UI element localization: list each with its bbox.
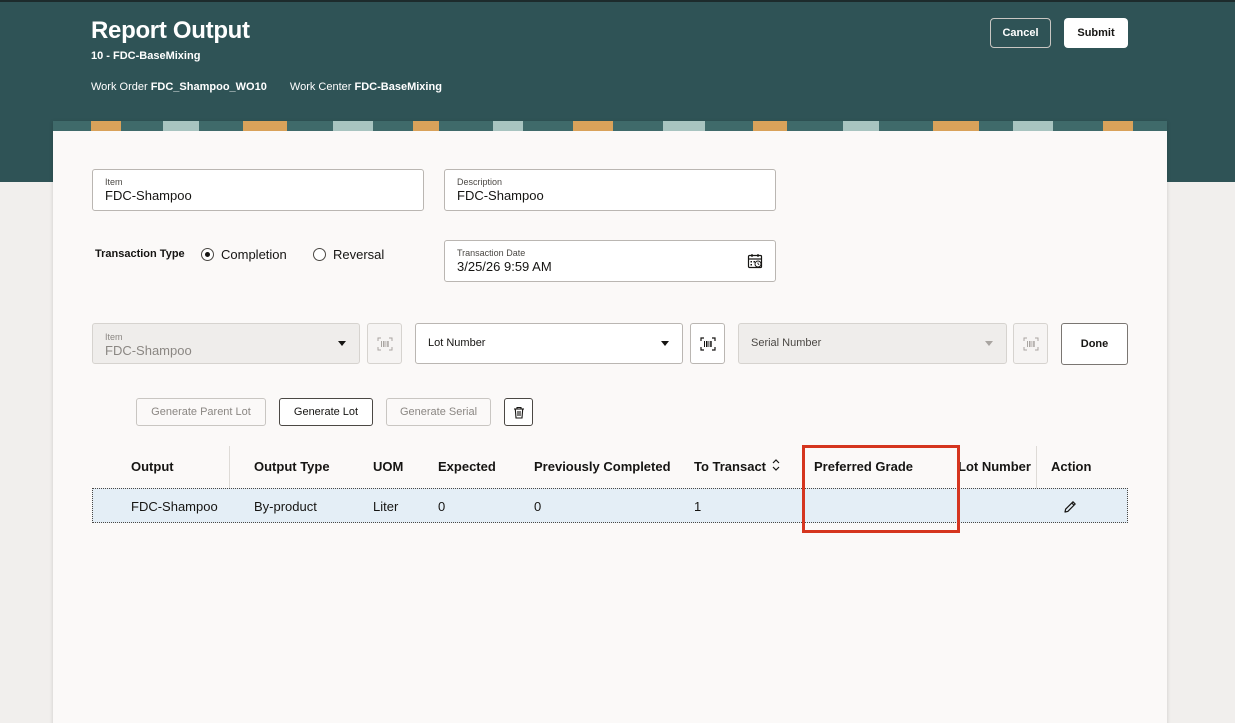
cell-uom: Liter: [373, 499, 399, 514]
reversal-radio-dot: [313, 248, 326, 261]
lot-number-placeholder: Lot Number: [428, 337, 486, 349]
column-header-action: Action: [1051, 459, 1092, 474]
delete-button[interactable]: [504, 398, 533, 426]
reversal-radio[interactable]: Reversal: [313, 247, 384, 262]
column-header-to-transact[interactable]: To Transact: [694, 459, 766, 474]
completion-label: Completion: [221, 247, 287, 262]
generate-serial-button[interactable]: Generate Serial: [386, 398, 491, 426]
work-center-label: Work Center: [289, 81, 352, 93]
item-scan-button: [367, 323, 402, 364]
trash-icon: [513, 406, 524, 419]
page-subtitle: 10 - FDC-BaseMixing: [91, 50, 201, 62]
column-header-expected: Expected: [438, 459, 496, 474]
work-order-label: Work Order: [91, 81, 148, 93]
item-select-label: Item: [105, 332, 123, 342]
chevron-down-icon: [661, 341, 669, 346]
lot-number-select[interactable]: Lot Number: [415, 323, 683, 364]
sort-icon[interactable]: [771, 458, 781, 472]
transaction-date-value: 3/25/26 9:59 AM: [457, 259, 552, 274]
column-header-previously-completed: Previously Completed: [534, 459, 671, 474]
column-header-output: Output: [131, 459, 174, 474]
column-header-output-type: Output Type: [254, 459, 330, 474]
barcode-scan-icon: [1023, 337, 1038, 350]
serial-scan-button: [1013, 323, 1048, 364]
item-select-value: FDC-Shampoo: [105, 343, 192, 358]
item-select: Item FDC-Shampoo: [92, 323, 360, 364]
item-field: Item FDC-Shampoo: [92, 169, 424, 211]
cell-output-type: By-product: [254, 499, 317, 514]
cell-output: FDC-Shampoo: [131, 499, 218, 514]
preferred-grade-highlight: [802, 445, 960, 533]
done-button[interactable]: Done: [1061, 323, 1128, 365]
generate-parent-lot-button[interactable]: Generate Parent Lot: [136, 398, 266, 426]
cancel-button[interactable]: Cancel: [990, 18, 1051, 48]
description-field: Description FDC-Shampoo: [444, 169, 776, 211]
generate-lot-button[interactable]: Generate Lot: [279, 398, 373, 426]
item-value: FDC-Shampoo: [105, 188, 192, 203]
item-label: Item: [105, 177, 123, 187]
work-center-value: FDC-BaseMixing: [354, 81, 442, 93]
transaction-type-label: Transaction Type: [95, 248, 185, 260]
transaction-date-label: Transaction Date: [457, 248, 526, 258]
chevron-down-icon: [338, 341, 346, 346]
completion-radio[interactable]: Completion: [201, 247, 287, 262]
serial-number-select: Serial Number: [738, 323, 1007, 364]
transaction-date-field[interactable]: Transaction Date 3/25/26 9:59 AM: [444, 240, 776, 282]
cell-previously-completed: 0: [534, 499, 542, 514]
work-info: Work Order FDC_Shampoo_WO10 Work Center …: [91, 81, 462, 93]
completion-radio-dot: [201, 248, 214, 261]
page-title: Report Output: [91, 17, 250, 44]
calendar-icon[interactable]: [747, 253, 763, 269]
column-header-lot-number: Lot Number: [958, 459, 1031, 474]
decorative-pattern: [53, 121, 1167, 131]
serial-number-placeholder: Serial Number: [751, 337, 822, 349]
description-value: FDC-Shampoo: [457, 188, 544, 203]
cell-to-transact: 1: [694, 499, 702, 514]
table-row[interactable]: [92, 488, 1128, 523]
chevron-down-icon: [985, 341, 993, 346]
pencil-edit-icon[interactable]: [1062, 499, 1078, 515]
column-header-uom: UOM: [373, 459, 404, 474]
barcode-scan-icon: [699, 336, 716, 351]
lot-scan-button[interactable]: [690, 323, 725, 364]
cell-expected: 0: [438, 499, 446, 514]
barcode-scan-icon: [377, 337, 392, 350]
reversal-label: Reversal: [333, 247, 385, 262]
work-order-value: FDC_Shampoo_WO10: [150, 81, 267, 93]
submit-button[interactable]: Submit: [1064, 18, 1128, 48]
description-label: Description: [457, 177, 503, 187]
